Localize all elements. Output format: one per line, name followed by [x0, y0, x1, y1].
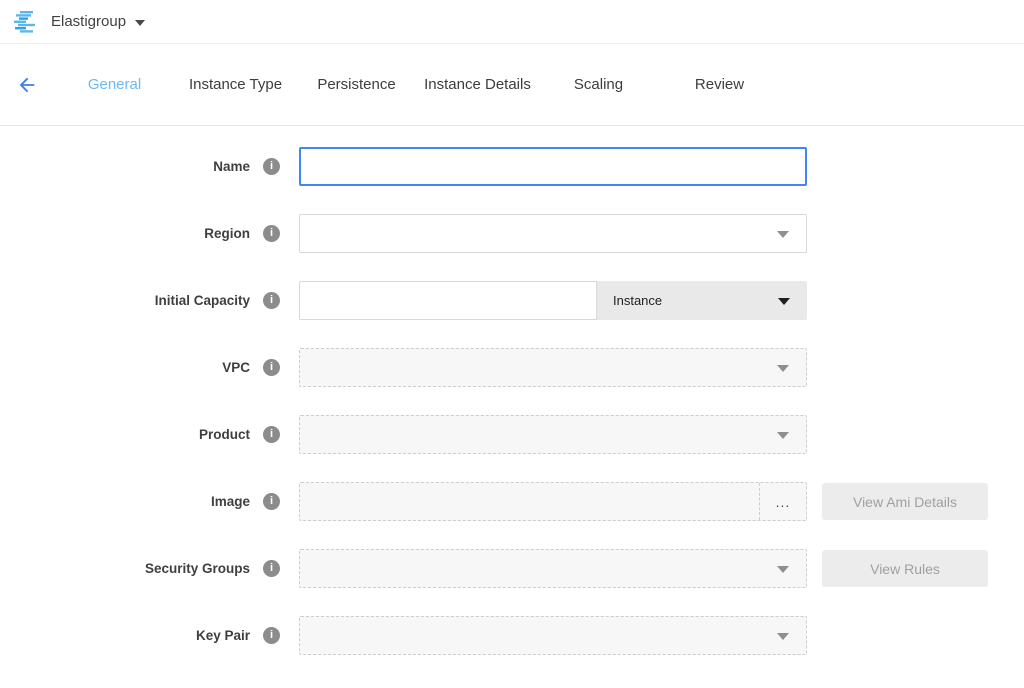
- tab-general[interactable]: General: [54, 76, 175, 93]
- chevron-down-icon: [777, 566, 789, 573]
- region-label: Region: [204, 226, 250, 241]
- tab-instance-details[interactable]: Instance Details: [417, 76, 538, 93]
- image-browse-button[interactable]: ...: [759, 483, 806, 520]
- chevron-down-icon: [777, 365, 789, 372]
- view-rules-button[interactable]: View Rules: [822, 550, 988, 587]
- elastigroup-logo-icon: [14, 11, 40, 33]
- capacity-unit-value: Instance: [613, 293, 662, 308]
- info-icon[interactable]: i: [263, 627, 280, 644]
- product-select[interactable]: [299, 415, 807, 454]
- app-title: Elastigroup: [51, 13, 126, 30]
- field-row-key-pair: Key Pair i: [0, 616, 1024, 655]
- info-icon[interactable]: i: [263, 493, 280, 510]
- vpc-label: VPC: [222, 360, 250, 375]
- chevron-down-icon: [777, 432, 789, 439]
- image-value: [300, 483, 759, 520]
- initial-capacity-label: Initial Capacity: [155, 293, 250, 308]
- security-groups-label: Security Groups: [145, 561, 250, 576]
- field-row-security-groups: Security Groups i View Rules: [0, 549, 1024, 588]
- initial-capacity-input[interactable]: [299, 281, 597, 320]
- info-icon[interactable]: i: [263, 426, 280, 443]
- name-label: Name: [213, 159, 250, 174]
- info-icon[interactable]: i: [263, 560, 280, 577]
- vpc-select[interactable]: [299, 348, 807, 387]
- chevron-down-icon: [135, 20, 145, 26]
- field-row-name: Name i: [0, 147, 1024, 186]
- tab-instance-type[interactable]: Instance Type: [175, 76, 296, 93]
- image-input[interactable]: ...: [299, 482, 807, 521]
- chevron-down-icon: [777, 633, 789, 640]
- product-label: Product: [199, 427, 250, 442]
- tab-scaling[interactable]: Scaling: [538, 76, 659, 93]
- chevron-down-icon: [778, 298, 790, 305]
- field-row-initial-capacity: Initial Capacity i Instance: [0, 281, 1024, 320]
- arrow-left-icon: [16, 74, 38, 96]
- app-bar: Elastigroup: [0, 0, 1024, 44]
- field-row-image: Image i ... View Ami Details: [0, 482, 1024, 521]
- region-select[interactable]: [299, 214, 807, 253]
- field-row-region: Region i: [0, 214, 1024, 253]
- image-label: Image: [211, 494, 250, 509]
- back-button[interactable]: [0, 74, 54, 96]
- info-icon[interactable]: i: [263, 225, 280, 242]
- tab-review[interactable]: Review: [659, 76, 780, 93]
- key-pair-label: Key Pair: [196, 628, 250, 643]
- tab-persistence[interactable]: Persistence: [296, 76, 417, 93]
- security-groups-select[interactable]: [299, 549, 807, 588]
- name-input[interactable]: [299, 147, 807, 186]
- info-icon[interactable]: i: [263, 292, 280, 309]
- wizard-tab-bar: General Instance Type Persistence Instan…: [0, 44, 1024, 126]
- field-row-product: Product i: [0, 415, 1024, 454]
- key-pair-select[interactable]: [299, 616, 807, 655]
- info-icon[interactable]: i: [263, 359, 280, 376]
- capacity-unit-select[interactable]: Instance: [597, 281, 807, 320]
- general-settings-form: Name i Region i Initial Capacity i: [0, 126, 1024, 655]
- app-switcher[interactable]: Elastigroup: [14, 11, 145, 33]
- info-icon[interactable]: i: [263, 158, 280, 175]
- field-row-vpc: VPC i: [0, 348, 1024, 387]
- view-ami-details-button[interactable]: View Ami Details: [822, 483, 988, 520]
- chevron-down-icon: [777, 231, 789, 238]
